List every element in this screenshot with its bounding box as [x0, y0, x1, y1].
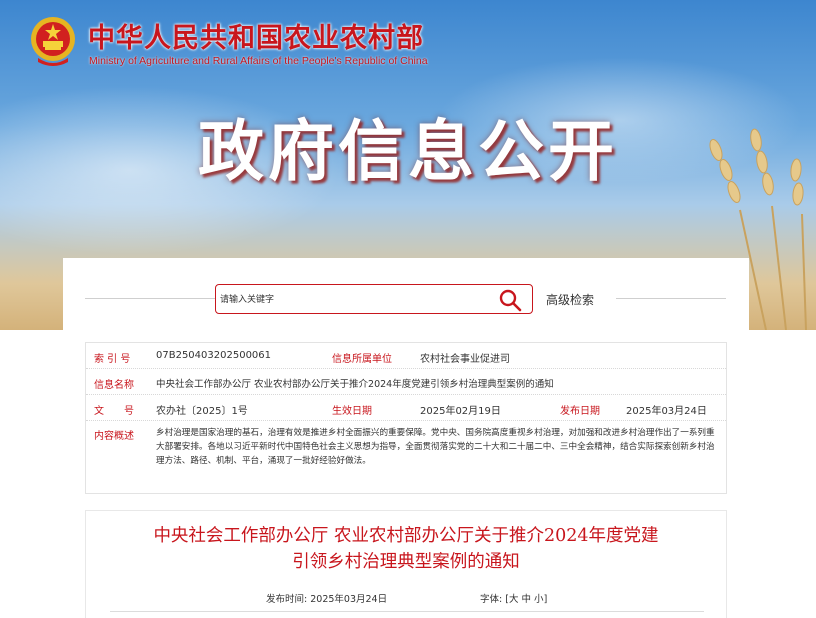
ministry-name-cn: 中华人民共和国农业农村部	[88, 23, 424, 54]
article-title-line1: 中央社会工作部办公厅 农业农村部办公厅关于推介2024年度党建	[153, 526, 659, 546]
font-bracket-close: ]	[543, 594, 548, 605]
divider	[110, 611, 704, 612]
created-label: 生效日期	[332, 406, 372, 417]
font-size-large-button[interactable]: 大	[509, 594, 519, 605]
name-value: 中央社会工作部办公厅 农业农村部办公厅关于推介2024年度党建引领乡村治理典型案…	[156, 379, 554, 390]
summary-label: 内容概述	[94, 431, 134, 442]
divider	[616, 298, 726, 299]
article-title: 中央社会工作部办公厅 农业农村部办公厅关于推介2024年度党建 引领乡村治理典型…	[86, 523, 726, 575]
ministry-name-en: Ministry of Agriculture and Rural Affair…	[89, 55, 428, 67]
index-value: 07B250403202500061	[156, 350, 272, 361]
published-label: 发布日期	[560, 406, 600, 417]
font-size-label: 字体:	[480, 594, 503, 605]
publish-date-value: 2025年03月24日	[310, 594, 388, 605]
search-box	[215, 284, 533, 314]
info-row-docno: 文 号 农办社〔2025〕1号 生效日期 2025年02月19日 发布日期 20…	[86, 395, 726, 421]
index-label: 索 引 号	[94, 354, 131, 365]
font-size-small-button[interactable]: 小	[534, 594, 544, 605]
publish-date-label: 发布时间:	[266, 594, 308, 605]
content-panel: 高级检索 索 引 号 07B250403202500061 信息所属单位 农村社…	[63, 258, 749, 618]
info-row-name: 信息名称 中央社会工作部办公厅 农业农村部办公厅关于推介2024年度党建引领乡村…	[86, 369, 726, 395]
banner-title: 政府信息公开	[198, 113, 618, 190]
info-table: 索 引 号 07B250403202500061 信息所属单位 农村社会事业促进…	[85, 342, 727, 494]
font-size-medium-button[interactable]: 中	[522, 594, 532, 605]
published-value: 2025年03月24日	[626, 406, 707, 417]
search-icon[interactable]	[498, 288, 522, 312]
docno-value: 农办社〔2025〕1号	[156, 406, 248, 417]
summary-value: 乡村治理是国家治理的基石，治理有效是推进乡村全面振兴的重要保障。党中央、国务院高…	[156, 428, 715, 466]
docno-label: 文 号	[94, 406, 134, 417]
org-label: 信息所属单位	[332, 354, 392, 365]
article-title-line2: 引领乡村治理典型案例的通知	[292, 552, 520, 572]
info-row-index: 索 引 号 07B250403202500061 信息所属单位 农村社会事业促进…	[86, 343, 726, 369]
advanced-search-link[interactable]: 高级检索	[546, 291, 594, 308]
article-header: 中央社会工作部办公厅 农业农村部办公厅关于推介2024年度党建 引领乡村治理典型…	[85, 510, 727, 618]
name-label: 信息名称	[94, 380, 134, 391]
national-emblem-icon	[31, 17, 75, 66]
divider	[85, 298, 215, 299]
font-size-selector: 字体: [大 中 小]	[480, 591, 547, 605]
info-row-summary: 内容概述 乡村治理是国家治理的基石，治理有效是推进乡村全面振兴的重要保障。党中央…	[86, 421, 726, 495]
org-value: 农村社会事业促进司	[420, 354, 510, 365]
search-input[interactable]	[218, 287, 492, 313]
publish-date: 发布时间: 2025年03月24日	[266, 591, 387, 605]
created-value: 2025年02月19日	[420, 406, 501, 417]
